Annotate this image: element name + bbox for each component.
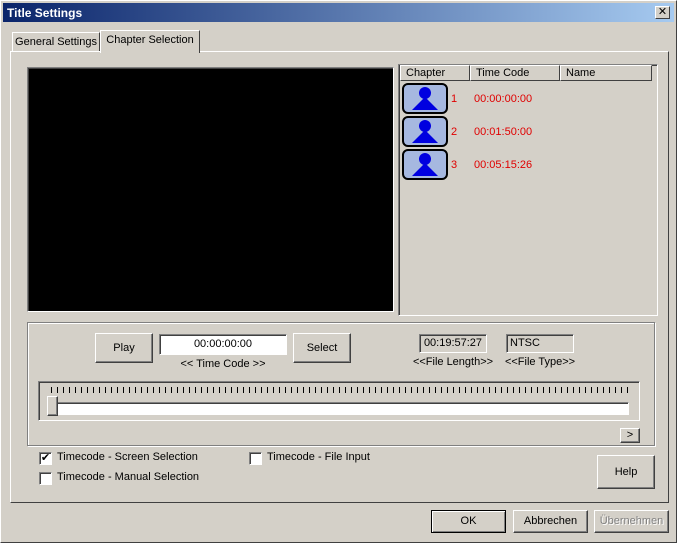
playback-controls-group: Play 00:00:00:00 << Time Code >> Select … xyxy=(27,322,655,446)
apply-button[interactable]: Übernehmen xyxy=(594,510,669,533)
timecode-caption: << Time Code >> xyxy=(180,358,266,370)
cancel-button[interactable]: Abbrechen xyxy=(513,510,588,533)
slider-thumb[interactable] xyxy=(47,396,58,416)
play-button[interactable]: Play xyxy=(95,333,153,363)
person-icon xyxy=(412,153,438,176)
chapter-time-code: 00:05:15:26 xyxy=(474,159,533,171)
title-bar: Title Settings ✕ xyxy=(3,3,674,22)
close-icon: ✕ xyxy=(657,6,668,18)
chapter-row[interactable]: 3 00:05:15:26 xyxy=(401,148,651,181)
dialog-window: Title Settings ✕ General Settings Chapte… xyxy=(0,0,677,543)
tab-label: General Settings xyxy=(15,36,97,48)
file-type-caption: <<File Type>> xyxy=(504,356,576,368)
manual-selection-label: Timecode - Manual Selection xyxy=(57,471,200,483)
tab-chapter-selection[interactable]: Chapter Selection xyxy=(100,30,200,53)
chapter-thumbnail xyxy=(402,149,448,180)
chapter-thumbnail xyxy=(402,83,448,114)
chevron-right-icon: > xyxy=(626,429,634,441)
chapter-row[interactable]: 2 00:01:50:00 xyxy=(401,115,651,148)
select-button[interactable]: Select xyxy=(293,333,351,363)
window-title: Title Settings xyxy=(7,6,83,20)
chapter-list[interactable]: Chapter Time Code Name 1 00:00:00:00 2 0… xyxy=(398,64,658,316)
screen-selection-label: Timecode - Screen Selection xyxy=(57,451,198,463)
tab-general-settings[interactable]: General Settings xyxy=(12,32,100,52)
screen-selection-checkbox[interactable]: ✔ xyxy=(39,452,52,465)
chapter-time-code: 00:00:00:00 xyxy=(474,93,533,105)
manual-selection-checkbox[interactable] xyxy=(39,472,52,485)
timeline-slider[interactable] xyxy=(38,381,640,421)
chapter-number: 2 xyxy=(451,126,458,138)
chapter-time-code: 00:01:50:00 xyxy=(474,126,533,138)
file-input-checkbox[interactable] xyxy=(249,452,262,465)
file-input-label: Timecode - File Input xyxy=(267,451,370,463)
tab-page: Chapter Time Code Name 1 00:00:00:00 2 0… xyxy=(10,51,669,503)
column-header-time-code[interactable]: Time Code xyxy=(470,65,560,81)
column-header-name[interactable]: Name xyxy=(560,65,652,81)
video-preview xyxy=(27,67,394,312)
help-button[interactable]: Help xyxy=(597,455,655,489)
timecode-input[interactable]: 00:00:00:00 xyxy=(159,334,287,355)
scroll-right-button[interactable]: > xyxy=(620,428,640,443)
chapter-thumbnail xyxy=(402,116,448,147)
slider-track xyxy=(51,402,629,415)
chapter-row[interactable]: 1 00:00:00:00 xyxy=(401,82,651,115)
file-length-caption: <<File Length>> xyxy=(412,356,494,368)
person-icon xyxy=(412,120,438,143)
chapter-number: 1 xyxy=(451,93,458,105)
chapter-number: 3 xyxy=(451,159,458,171)
close-button[interactable]: ✕ xyxy=(655,6,670,19)
person-icon xyxy=(412,87,438,110)
file-type-display: NTSC xyxy=(506,334,574,353)
slider-ticks xyxy=(51,387,629,393)
column-header-chapter[interactable]: Chapter xyxy=(400,65,470,81)
tab-label: Chapter Selection xyxy=(106,34,194,46)
checkmark-icon: ✔ xyxy=(40,452,51,464)
file-length-display: 00:19:57:27 xyxy=(419,334,487,353)
ok-button[interactable]: OK xyxy=(431,510,506,533)
